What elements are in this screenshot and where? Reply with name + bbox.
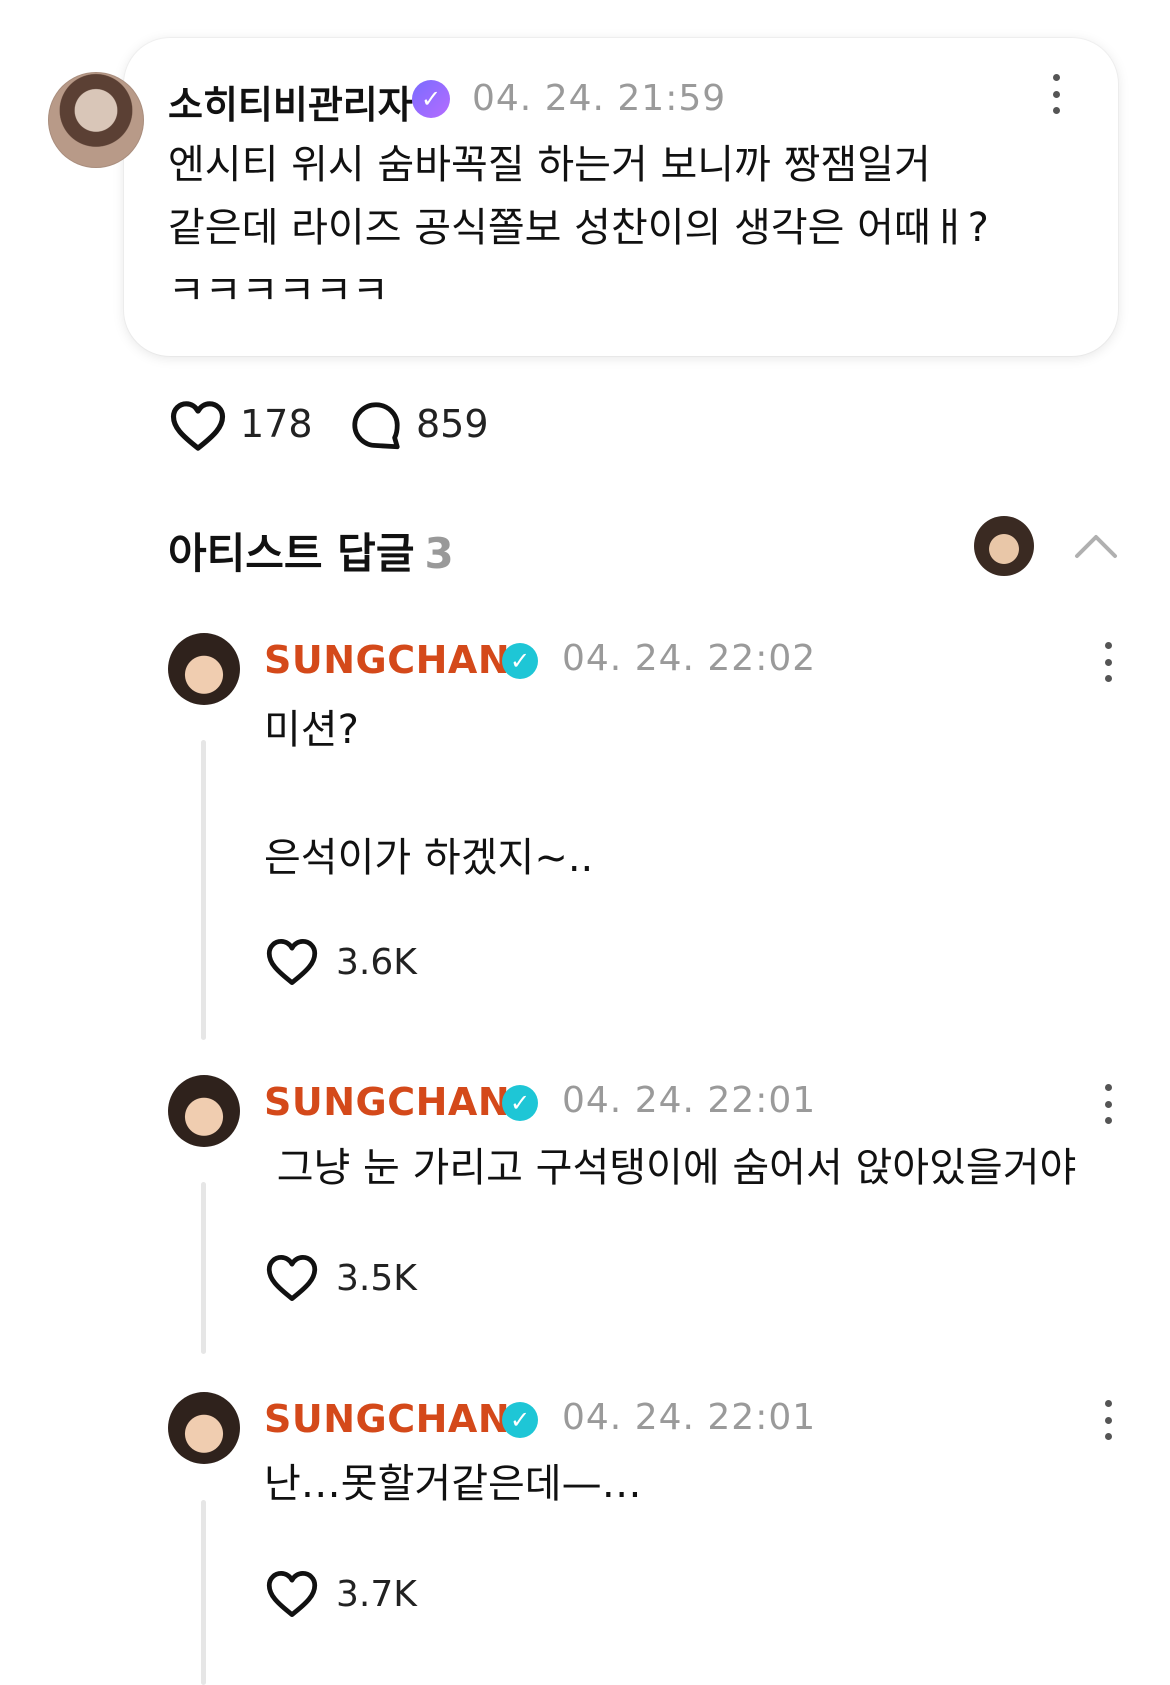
thread-line (201, 1500, 206, 1685)
more-vertical-icon[interactable] (1104, 1084, 1112, 1124)
verified-badge-icon: ✓ (502, 1402, 538, 1438)
more-vertical-icon[interactable] (1104, 642, 1112, 682)
heart-icon[interactable] (266, 938, 318, 986)
reply-timestamp: 04. 24. 22:02 (562, 638, 817, 679)
reply-author-avatar[interactable] (168, 1075, 240, 1147)
verified-badge-icon: ✓ (502, 643, 538, 679)
artist-replies-title: 아티스트 답글 3 (168, 520, 454, 581)
post-body: 엔시티 위시 숨바꼭질 하는거 보니까 짱잼일거 같은데 라이즈 공식쫄보 성찬… (168, 142, 989, 314)
reply-like-count: 3.7K (336, 1574, 417, 1615)
reply-like-count: 3.5K (336, 1258, 417, 1299)
reply-author-avatar[interactable] (168, 1392, 240, 1464)
reply-body: 미션? 은석이가 하겠지~.. (264, 707, 594, 881)
post-comment-count: 859 (416, 402, 489, 446)
verified-badge-icon: ✓ (412, 80, 450, 118)
verified-badge-icon: ✓ (502, 1085, 538, 1121)
artist-replies-label: 아티스트 답글 (168, 529, 415, 578)
thread-line (201, 740, 206, 1040)
reply-author-avatar[interactable] (168, 633, 240, 705)
more-vertical-icon[interactable] (1104, 1400, 1112, 1440)
reply-body: 난…못할거같은데—… (264, 1461, 642, 1507)
post-timestamp: 04. 24. 21:59 (472, 78, 727, 119)
reply-timestamp: 04. 24. 22:01 (562, 1397, 817, 1438)
more-vertical-icon[interactable] (1052, 74, 1060, 114)
reply-body: 그냥 눈 가리고 구석탱이에 숨어서 앉아있을거야 (264, 1145, 1077, 1191)
post-author-avatar[interactable] (48, 72, 144, 168)
reply-author-name[interactable]: SUNGCHAN (264, 638, 510, 682)
reply-timestamp: 04. 24. 22:01 (562, 1080, 817, 1121)
chevron-up-icon[interactable] (1074, 530, 1118, 560)
post-author-name[interactable]: 소히티비관리자 (168, 74, 413, 129)
reply-author-name[interactable]: SUNGCHAN (264, 1397, 510, 1441)
artist-replies-count: 3 (424, 529, 454, 578)
thread-line (201, 1182, 206, 1354)
artist-avatar (974, 516, 1034, 576)
heart-icon[interactable] (266, 1254, 318, 1302)
post-like-count: 178 (240, 402, 313, 446)
heart-icon[interactable] (170, 400, 226, 452)
reply-author-name[interactable]: SUNGCHAN (264, 1080, 510, 1124)
comment-icon[interactable] (350, 400, 402, 452)
heart-icon[interactable] (266, 1570, 318, 1618)
reply-like-count: 3.6K (336, 942, 417, 983)
